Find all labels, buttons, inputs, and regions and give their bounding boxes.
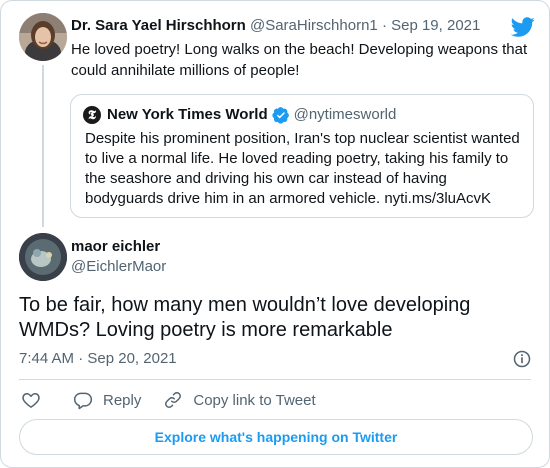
avatar-maor-eichler[interactable] <box>19 233 67 281</box>
profile-photo-icon <box>19 233 67 281</box>
info-icon[interactable] <box>512 349 532 369</box>
tweet-embed-card: Dr. Sara Yael Hirschhorn @SaraHirschhorn… <box>0 0 550 468</box>
reply-button[interactable]: Reply <box>73 390 141 410</box>
like-button[interactable] <box>21 390 41 410</box>
tweet1-separator: · <box>381 17 387 34</box>
explore-twitter-button[interactable]: Explore what's happening on Twitter <box>19 419 533 455</box>
tweet2-time: 7:44 AM <box>19 350 75 367</box>
copy-link-label: Copy link to Tweet <box>193 391 316 409</box>
reply-label: Reply <box>103 391 142 409</box>
quoted-tweet-header: 𝕿 New York Times World @nytimesworld <box>83 105 396 125</box>
divider <box>19 379 531 380</box>
tweet2-text: To be fair, how many men wouldn’t love d… <box>19 294 471 341</box>
thread-connector-line <box>42 65 44 227</box>
quoted-author-name: New York Times World <box>107 106 268 123</box>
tweet1-text: He loved poetry! Long walks on the beach… <box>71 41 528 79</box>
tweet2-timestamp[interactable]: 7:44 AM · Sep 20, 2021 <box>19 349 177 369</box>
quoted-tweet[interactable]: 𝕿 New York Times World @nytimesworld Des… <box>70 94 534 218</box>
quoted-tweet-text: Despite his prominent position, Iran's t… <box>85 130 520 207</box>
tweet2-author-name[interactable]: maor eichler <box>71 237 160 257</box>
nyt-logo-icon: 𝕿 <box>83 106 101 124</box>
person-photo-icon <box>19 13 67 61</box>
reply-icon <box>73 392 93 410</box>
quoted-handle: @nytimesworld <box>293 106 397 123</box>
tweet2-date: Sep 20, 2021 <box>87 350 177 367</box>
tweet1-author-name[interactable]: Dr. Sara Yael Hirschhorn <box>71 17 246 34</box>
tweet2-handle[interactable]: @EichlerMaor <box>71 257 166 277</box>
tweet1-date[interactable]: Sep 19, 2021 <box>391 17 480 34</box>
tweet2-separator: · <box>78 350 84 367</box>
twitter-bird-icon[interactable] <box>511 15 535 39</box>
tweet1-handle[interactable]: @SaraHirschhorn1 <box>250 17 378 34</box>
link-icon <box>165 392 182 408</box>
tweet1-header: Dr. Sara Yael Hirschhorn @SaraHirschhorn… <box>71 16 480 36</box>
tweet-actions: Reply Copy link to Tweet <box>19 389 316 411</box>
copy-link-button[interactable]: Copy link to Tweet <box>163 390 316 410</box>
avatar-sara-hirschhorn[interactable] <box>19 13 67 61</box>
verified-badge-icon <box>271 107 289 124</box>
heart-icon <box>22 393 40 408</box>
